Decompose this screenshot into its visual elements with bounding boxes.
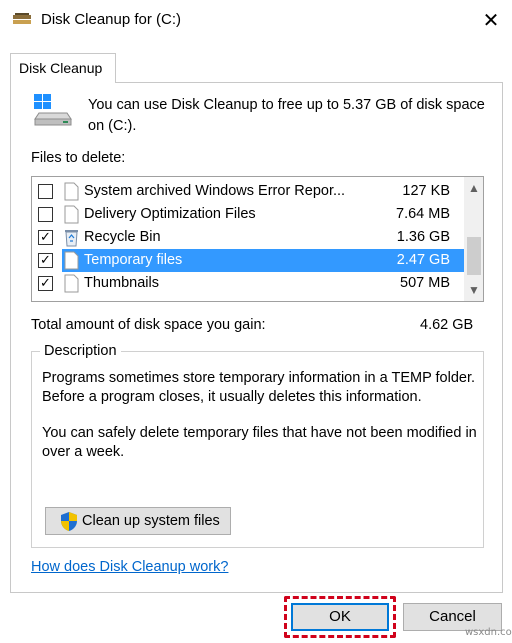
scrollbar-thumb[interactable]: [467, 237, 481, 275]
description-text-2: You can safely delete temporary files th…: [42, 425, 477, 460]
file-size: 507 MB: [400, 275, 450, 291]
list-item[interactable]: ✓ Recycle Bin 1.36 GB: [32, 226, 464, 249]
file-icon: [64, 182, 79, 201]
file-size: 2.47 GB: [396, 252, 450, 268]
file-checkbox[interactable]: [38, 207, 53, 222]
file-name: Thumbnails: [84, 275, 159, 291]
title-bar: Disk Cleanup for (C:) ✕: [0, 0, 512, 42]
file-name: Temporary files: [84, 252, 183, 268]
file-checkbox[interactable]: ✓: [38, 276, 53, 291]
file-name: Delivery Optimization Files: [84, 206, 256, 222]
watermark: wsxdn.com: [465, 627, 512, 638]
recycle-bin-icon: [65, 230, 78, 247]
file-size: 1.36 GB: [396, 229, 450, 245]
files-to-delete-label: Files to delete:: [31, 150, 126, 166]
tab-disk-cleanup[interactable]: Disk Cleanup: [10, 53, 116, 83]
file-checkbox[interactable]: ✓: [38, 253, 53, 268]
list-item-selected[interactable]: ✓ Temporary files 2.47 GB: [32, 249, 464, 272]
total-space-label: Total amount of disk space you gain:: [31, 317, 266, 333]
clean-up-label: Clean up system files: [82, 513, 220, 529]
file-size: 127 KB: [402, 183, 450, 199]
list-item[interactable]: System archived Windows Error Repor... 1…: [32, 180, 464, 203]
file-icon: [64, 274, 79, 293]
description-text: Programs sometimes store temporary infor…: [42, 370, 476, 405]
help-link[interactable]: How does Disk Cleanup work?: [31, 559, 228, 575]
file-icon: [64, 205, 79, 224]
files-list[interactable]: System archived Windows Error Repor... 1…: [31, 176, 484, 302]
disk-cleanup-icon: [13, 13, 31, 24]
description-legend: Description: [40, 343, 121, 359]
ok-button[interactable]: OK: [291, 603, 389, 631]
drive-icon: [34, 94, 72, 126]
shield-icon: [61, 512, 77, 531]
tab-label: Disk Cleanup: [19, 60, 103, 76]
file-size: 7.64 MB: [396, 206, 450, 222]
scroll-up-icon[interactable]: ▲: [464, 179, 483, 197]
file-name: System archived Windows Error Repor...: [84, 183, 346, 199]
window-title: Disk Cleanup for (C:): [41, 11, 182, 28]
info-text: You can use Disk Cleanup to free up to 5…: [88, 97, 485, 134]
file-checkbox[interactable]: [38, 184, 53, 199]
vertical-scrollbar[interactable]: ▲ ▼: [464, 177, 483, 301]
scroll-down-icon[interactable]: ▼: [464, 281, 483, 299]
close-icon: ✕: [482, 10, 500, 32]
file-icon: [64, 251, 79, 270]
clean-up-system-files-button[interactable]: Clean up system files: [45, 507, 231, 535]
file-checkbox[interactable]: ✓: [38, 230, 53, 245]
total-space-value: 4.62 GB: [420, 317, 474, 333]
file-name: Recycle Bin: [84, 229, 161, 245]
list-item[interactable]: ✓ Thumbnails 507 MB: [32, 272, 464, 295]
list-item[interactable]: Delivery Optimization Files 7.64 MB: [32, 203, 464, 226]
close-button[interactable]: ✕: [474, 6, 508, 36]
